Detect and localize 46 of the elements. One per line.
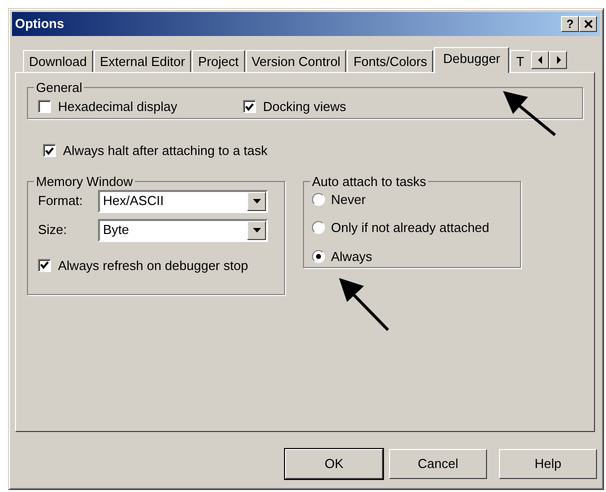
radio-label[interactable]: Always [331,246,372,266]
radio-label[interactable]: Never [331,190,366,209]
checkbox-label[interactable]: Docking views [263,97,346,116]
group-title: General [35,81,84,94]
check-icon [245,102,254,111]
checkbox-label[interactable]: Always halt after attaching to a task [63,141,268,160]
radio-label[interactable]: Only if not already attached [331,218,490,238]
right-arrow-icon [556,56,561,64]
dropdown-field[interactable]: Byte [98,218,268,242]
checkbox[interactable] [38,258,51,272]
scroll-left-button[interactable] [531,51,550,69]
field-label: Size: [38,221,68,240]
help-button[interactable]: ? [561,16,579,32]
pointer-arrow [339,278,390,332]
close-icon [584,20,592,28]
checkbox[interactable] [43,144,56,158]
checkbox[interactable] [243,100,256,114]
checkbox-label[interactable]: Hexadecimal display [58,97,178,116]
dialog-button[interactable]: Cancel [389,449,487,479]
dropdown-field[interactable]: Hex/ASCII [98,190,268,212]
tab[interactable]: External Editor [94,50,192,72]
tab[interactable]: Debugger [434,47,510,73]
radio-button[interactable] [312,221,325,234]
tab[interactable]: T [510,50,530,72]
dialog-button[interactable]: OK [285,449,383,479]
check-icon [45,146,54,155]
pointer-arrow [503,91,556,136]
checkbox-label[interactable]: Always refresh on debugger stop [58,256,248,275]
checkbox[interactable] [38,100,51,114]
window-title: Options [15,15,64,34]
dropdown-arrow-icon [252,198,260,204]
dialog-button[interactable]: Help [499,449,597,479]
tab[interactable]: Fonts/Colors [347,50,434,72]
scroll-right-button[interactable] [549,51,568,69]
group-title: Memory Window [35,174,134,188]
field-label: Format: [38,192,84,210]
close-button[interactable] [579,16,597,32]
check-icon [40,261,49,270]
tab[interactable]: Download [23,50,93,72]
group-title: Auto attach to tasks [311,174,428,188]
left-arrow-icon [538,56,543,64]
tab[interactable]: Version Control [246,50,346,72]
radio-button[interactable] [312,192,325,206]
radio-button[interactable] [312,250,325,263]
tab[interactable]: Project [192,50,245,72]
dropdown-arrow-icon [252,228,260,232]
